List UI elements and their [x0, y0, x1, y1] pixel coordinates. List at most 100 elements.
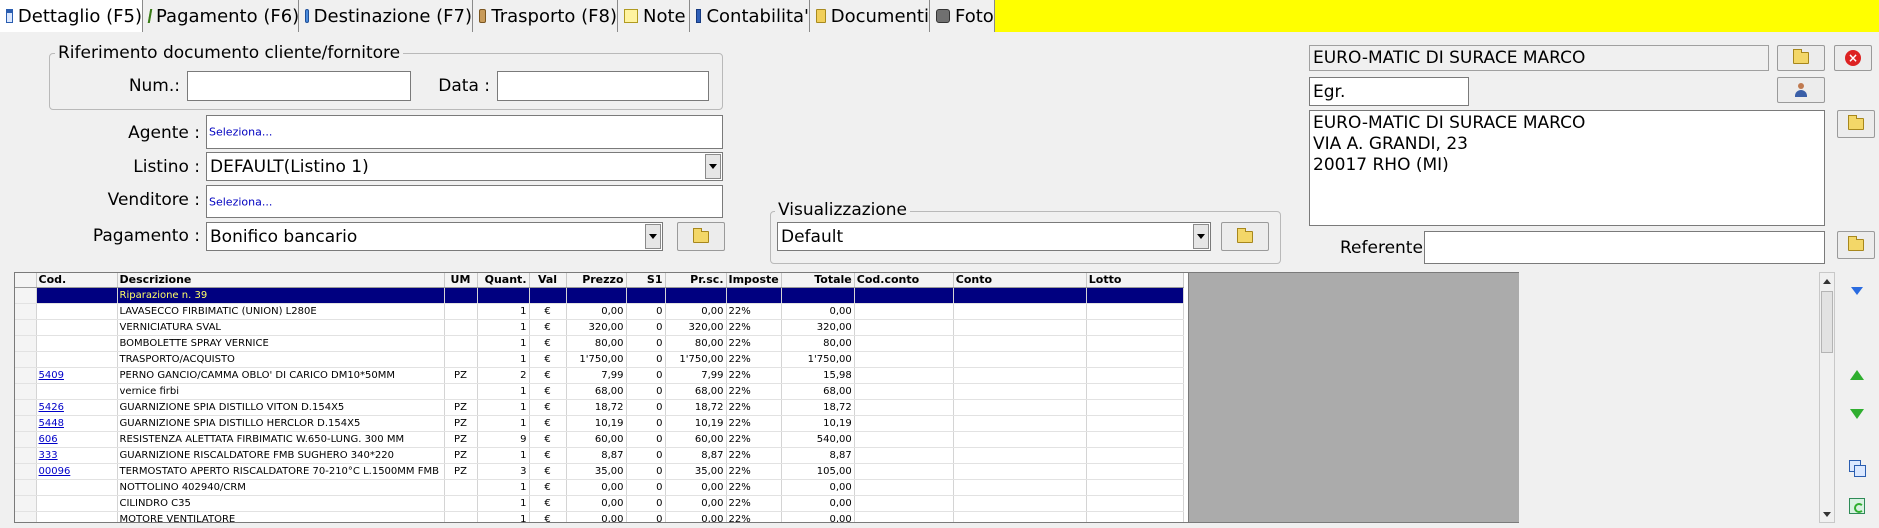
cell-prezzo[interactable]	[566, 287, 627, 304]
cell-prsc[interactable]: 7,99	[665, 367, 727, 384]
cell-conto[interactable]	[953, 399, 1087, 416]
cell-imposte[interactable]: 22%	[726, 367, 782, 384]
cell-imposte[interactable]: 22%	[726, 415, 782, 432]
cell-um[interactable]	[444, 495, 478, 512]
cell-s1[interactable]: 0	[626, 303, 666, 320]
move-row-up-button[interactable]	[1841, 361, 1873, 389]
scroll-down-button[interactable]	[1820, 506, 1834, 522]
cell-totale[interactable]: 10,19	[781, 415, 855, 432]
cell-lotto[interactable]	[1086, 479, 1184, 496]
cell-imposte[interactable]: 22%	[726, 431, 782, 448]
cell-quant[interactable]: 3	[477, 463, 530, 480]
address-open-button[interactable]	[1837, 110, 1875, 138]
cell-cod-conto[interactable]	[854, 431, 954, 448]
cell-cod-conto[interactable]	[854, 495, 954, 512]
visualizzazione-select[interactable]: Default	[777, 222, 1211, 251]
cell-prsc[interactable]: 10,19	[665, 415, 727, 432]
cell-s1[interactable]: 0	[626, 351, 666, 368]
cell-val[interactable]: €	[529, 351, 567, 368]
table-row[interactable]: Riparazione n. 39	[15, 287, 1184, 304]
cell-s1[interactable]: 0	[626, 447, 666, 464]
cell-lotto[interactable]	[1086, 511, 1184, 522]
cell-prezzo[interactable]: 0,00	[566, 479, 627, 496]
pagamento-open-button[interactable]	[677, 222, 725, 251]
column-header[interactable]: Totale	[781, 273, 855, 288]
column-header[interactable]: Quant.	[477, 273, 530, 288]
cell-cod[interactable]	[36, 303, 118, 320]
cell-conto[interactable]	[953, 463, 1087, 480]
cell-cod-conto[interactable]	[854, 511, 954, 522]
cell-um[interactable]: PZ	[444, 463, 478, 480]
cell-lotto[interactable]	[1086, 303, 1184, 320]
cell-desc[interactable]: BOMBOLETTE SPRAY VERNICE	[117, 335, 445, 352]
cell-prezzo[interactable]: 7,99	[566, 367, 627, 384]
cell-um[interactable]	[444, 351, 478, 368]
cell-desc[interactable]: TRASPORTO/ACQUISTO	[117, 351, 445, 368]
column-header[interactable]: Prezzo	[566, 273, 627, 288]
cell-s1[interactable]	[626, 287, 666, 304]
table-row[interactable]: VERNICIATURA SVAL 1 €320,00 0 320,00 22% 320,0…	[15, 319, 1184, 336]
cell-val[interactable]: €	[529, 495, 567, 512]
cell-totale[interactable]	[781, 287, 855, 304]
cell-imposte[interactable]: 22%	[726, 399, 782, 416]
column-header[interactable]: S1	[626, 273, 666, 288]
cell-imposte[interactable]: 22%	[726, 495, 782, 512]
cell-desc[interactable]: GUARNIZIONE SPIA DISTILLO VITON D.154X5	[117, 399, 445, 416]
referente-input[interactable]	[1424, 231, 1825, 264]
cell-um[interactable]	[444, 287, 478, 304]
cell-prsc[interactable]: 80,00	[665, 335, 727, 352]
column-header[interactable]: Cod.conto	[854, 273, 954, 288]
row-header[interactable]	[15, 431, 37, 448]
cell-totale[interactable]: 8,87	[781, 447, 855, 464]
row-header[interactable]	[15, 351, 37, 368]
cell-imposte[interactable]: 22%	[726, 479, 782, 496]
tab-contabilita[interactable]: Contabilita'	[690, 0, 810, 32]
move-row-down-button[interactable]	[1841, 400, 1873, 428]
cell-conto[interactable]	[953, 319, 1087, 336]
cell-s1[interactable]: 0	[626, 383, 666, 400]
column-header[interactable]: Cod.	[36, 273, 118, 288]
cell-s1[interactable]: 0	[626, 367, 666, 384]
cell-val[interactable]: €	[529, 415, 567, 432]
cell-um[interactable]	[444, 319, 478, 336]
cell-imposte[interactable]: 22%	[726, 383, 782, 400]
tab-note[interactable]: Note	[618, 0, 690, 32]
cell-cod[interactable]	[36, 335, 118, 352]
cell-prsc[interactable]: 1'750,00	[665, 351, 727, 368]
cell-quant[interactable]: 1	[477, 447, 530, 464]
tab-dettaglio[interactable]: Dettaglio (F5)	[0, 0, 143, 32]
cell-cod-conto[interactable]	[854, 415, 954, 432]
cell-prezzo[interactable]: 8,87	[566, 447, 627, 464]
cell-lotto[interactable]	[1086, 415, 1184, 432]
column-header[interactable]: Val	[529, 273, 567, 288]
cell-cod[interactable]: 5426	[36, 399, 118, 416]
row-header[interactable]	[15, 495, 37, 512]
customer-open-button[interactable]	[1777, 45, 1825, 71]
contact-person-button[interactable]	[1777, 77, 1825, 103]
scroll-thumb[interactable]	[1821, 291, 1833, 353]
cell-prezzo[interactable]: 60,00	[566, 431, 627, 448]
cell-quant[interactable]: 1	[477, 399, 530, 416]
product-code-link[interactable]: 333	[39, 450, 58, 461]
cell-prsc[interactable]	[665, 287, 727, 304]
document-lines-grid[interactable]: Cod. Descrizione UM Quant. Val Prezzo S1…	[14, 272, 1189, 523]
tab-trasporto[interactable]: Trasporto (F8)	[473, 0, 618, 32]
cell-desc[interactable]: RESISTENZA ALETTATA FIRBIMATIC W.650-LUN…	[117, 431, 445, 448]
cell-s1[interactable]: 0	[626, 415, 666, 432]
cell-val[interactable]: €	[529, 383, 567, 400]
cell-cod-conto[interactable]	[854, 335, 954, 352]
cell-imposte[interactable]: 22%	[726, 511, 782, 522]
cell-lotto[interactable]	[1086, 447, 1184, 464]
cell-quant[interactable]: 1	[477, 351, 530, 368]
cell-s1[interactable]: 0	[626, 495, 666, 512]
cell-cod-conto[interactable]	[854, 479, 954, 496]
cell-s1[interactable]: 0	[626, 463, 666, 480]
cell-prezzo[interactable]: 1'750,00	[566, 351, 627, 368]
cell-cod[interactable]	[36, 495, 118, 512]
table-row[interactable]: LAVASECCO FIRBIMATIC (UNION) L280E 1 €0,00…	[15, 303, 1184, 320]
cell-totale[interactable]: 1'750,00	[781, 351, 855, 368]
cell-um[interactable]: PZ	[444, 431, 478, 448]
product-code-link[interactable]: 00096	[39, 466, 71, 477]
cell-lotto[interactable]	[1086, 399, 1184, 416]
cell-prezzo[interactable]: 320,00	[566, 319, 627, 336]
